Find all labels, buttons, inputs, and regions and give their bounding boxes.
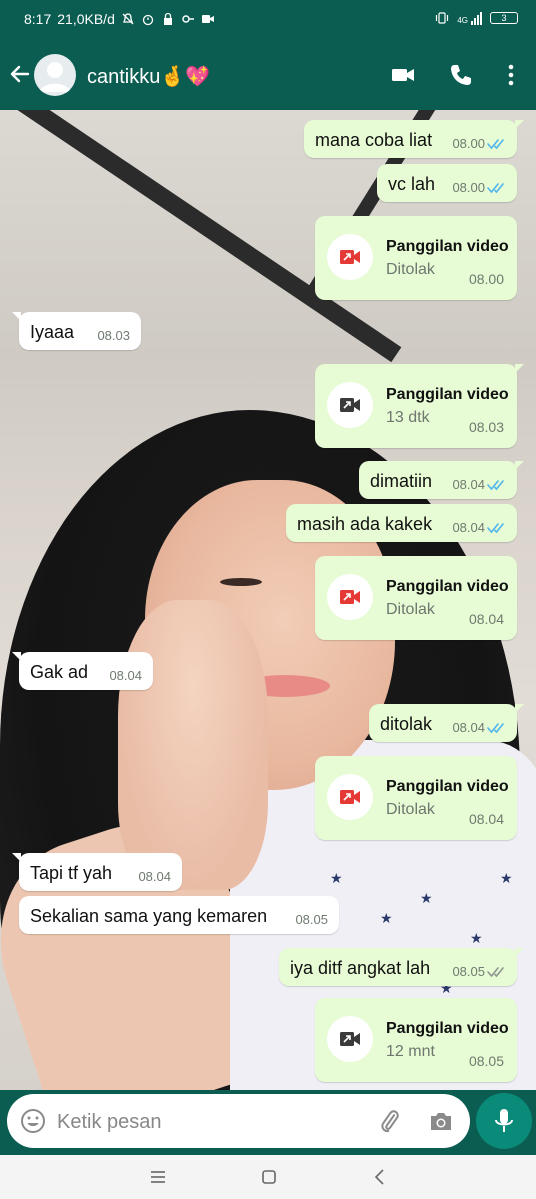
message-bubble[interactable]: Gak ad 08.04	[12, 652, 153, 690]
message-bubble[interactable]: vc lah 08.00	[377, 164, 517, 202]
message-text: vc lah	[388, 174, 436, 194]
message-time: 08.03	[468, 419, 504, 435]
voice-call-icon[interactable]	[448, 62, 474, 88]
message-text: masih ada kakek	[297, 514, 433, 534]
message-bubble[interactable]: mana coba liat 08.00	[304, 120, 524, 158]
call-title: Panggilan video	[386, 578, 509, 595]
call-title: Panggilan video	[386, 238, 509, 255]
battery-level: 3	[501, 13, 507, 23]
back-arrow-icon[interactable]	[8, 62, 32, 86]
message-time: 08.00	[452, 136, 485, 151]
network-speed: 21,0KB/d	[57, 11, 115, 27]
message-time: 08.04	[452, 520, 485, 535]
status-time: 8:17	[24, 11, 52, 27]
read-ticks-icon	[487, 723, 504, 734]
message-time: 08.04	[468, 611, 504, 627]
emoji-icon[interactable]	[20, 1108, 46, 1134]
message-composer[interactable]: Ketik pesan	[7, 1094, 470, 1148]
read-ticks-icon	[487, 480, 504, 491]
message-time: 08.05	[468, 1053, 504, 1069]
video-record-icon	[201, 15, 214, 23]
default-avatar-icon	[40, 62, 70, 92]
message-bubble[interactable]: iya ditf angkat lah 08.05	[279, 948, 524, 986]
network-type-label: 4G	[457, 15, 468, 25]
chat-area[interactable]: ★ ★ ★ ★ ★ ★ ★ mana coba liat 08.00 vc la…	[0, 110, 536, 1090]
video-call-answered-icon	[327, 1016, 373, 1062]
call-duration: 12 mnt	[386, 1043, 435, 1060]
message-time: 08.00	[468, 271, 504, 287]
video-call-bubble[interactable]: Panggilan video 12 mnt 08.05	[315, 998, 517, 1082]
message-time: 08.03	[97, 328, 130, 343]
alarm-icon	[142, 14, 154, 26]
video-call-bubble[interactable]: Panggilan video 13 dtk 08.03	[315, 364, 524, 448]
message-input[interactable]: Ketik pesan	[57, 1111, 162, 1134]
call-title: Panggilan video	[386, 386, 509, 403]
message-bubble[interactable]: Sekalian sama yang kemaren 08.05	[19, 896, 339, 934]
read-ticks-icon	[487, 523, 504, 534]
message-text: iya ditf angkat lah	[290, 958, 431, 978]
video-call-bubble[interactable]: Panggilan video Ditolak 08.04	[315, 756, 517, 840]
lock-icon	[163, 12, 172, 25]
call-status: Ditolak	[386, 801, 435, 818]
call-title: Panggilan video	[386, 1020, 509, 1037]
more-options-icon[interactable]	[498, 62, 524, 88]
camera-icon[interactable]	[428, 1109, 454, 1133]
attach-icon[interactable]	[377, 1108, 403, 1134]
message-time: 08.04	[452, 477, 485, 492]
message-time: 08.05	[452, 964, 485, 979]
call-duration: 13 dtk	[386, 409, 430, 426]
missed-video-call-icon	[327, 774, 373, 820]
message-text: mana coba liat	[315, 130, 433, 150]
video-call-bubble[interactable]: Panggilan video Ditolak 08.00	[315, 216, 517, 300]
message-text: ditolak	[380, 714, 433, 734]
video-call-icon[interactable]	[390, 62, 416, 88]
microphone-icon	[495, 1109, 513, 1132]
message-text: Sekalian sama yang kemaren	[30, 906, 268, 926]
mute-notification-icon	[122, 13, 134, 25]
video-call-bubble[interactable]: Panggilan video Ditolak 08.04	[315, 556, 517, 640]
back-icon[interactable]	[370, 1167, 390, 1187]
read-ticks-icon	[487, 183, 504, 194]
delivered-ticks-icon	[487, 967, 504, 978]
message-bubble[interactable]: ditolak 08.04	[369, 704, 524, 742]
key-icon	[182, 15, 194, 23]
status-bar: 8:17 21,0KB/d 4G 3	[0, 0, 536, 40]
contact-name[interactable]: cantikku🤞💖	[87, 64, 210, 89]
message-bubble[interactable]: dimatiin 08.04	[359, 461, 524, 499]
call-status: Ditolak	[386, 601, 435, 618]
signal-icon: 4G	[457, 11, 482, 25]
message-bubble[interactable]: Tapi tf yah 08.04	[12, 853, 182, 891]
home-icon[interactable]	[259, 1167, 279, 1187]
battery-icon: 3	[490, 12, 518, 24]
message-text: Iyaaa	[30, 322, 75, 342]
voice-message-button[interactable]	[476, 1093, 532, 1149]
message-text: Tapi tf yah	[30, 863, 113, 883]
video-call-answered-icon	[327, 382, 373, 428]
message-text: Gak ad	[30, 662, 89, 682]
read-ticks-icon	[487, 139, 504, 150]
message-bubble[interactable]: Iyaaa 08.03	[12, 312, 141, 350]
message-text: dimatiin	[370, 471, 433, 491]
message-time: 08.04	[452, 720, 485, 735]
message-time: 08.05	[295, 912, 328, 927]
avatar[interactable]	[34, 54, 76, 96]
missed-video-call-icon	[327, 234, 373, 280]
missed-video-call-icon	[327, 574, 373, 620]
message-time: 08.04	[138, 869, 171, 884]
message-time: 08.04	[468, 811, 504, 827]
system-navigation-bar	[0, 1155, 536, 1199]
vibrate-icon	[436, 12, 449, 24]
call-title: Panggilan video	[386, 778, 509, 795]
recent-apps-icon[interactable]	[148, 1167, 168, 1187]
call-status: Ditolak	[386, 261, 435, 278]
message-time: 08.00	[452, 180, 485, 195]
message-bubble[interactable]: masih ada kakek 08.04	[286, 504, 517, 542]
chat-header: cantikku🤞💖	[0, 40, 536, 110]
message-time: 08.04	[109, 668, 142, 683]
